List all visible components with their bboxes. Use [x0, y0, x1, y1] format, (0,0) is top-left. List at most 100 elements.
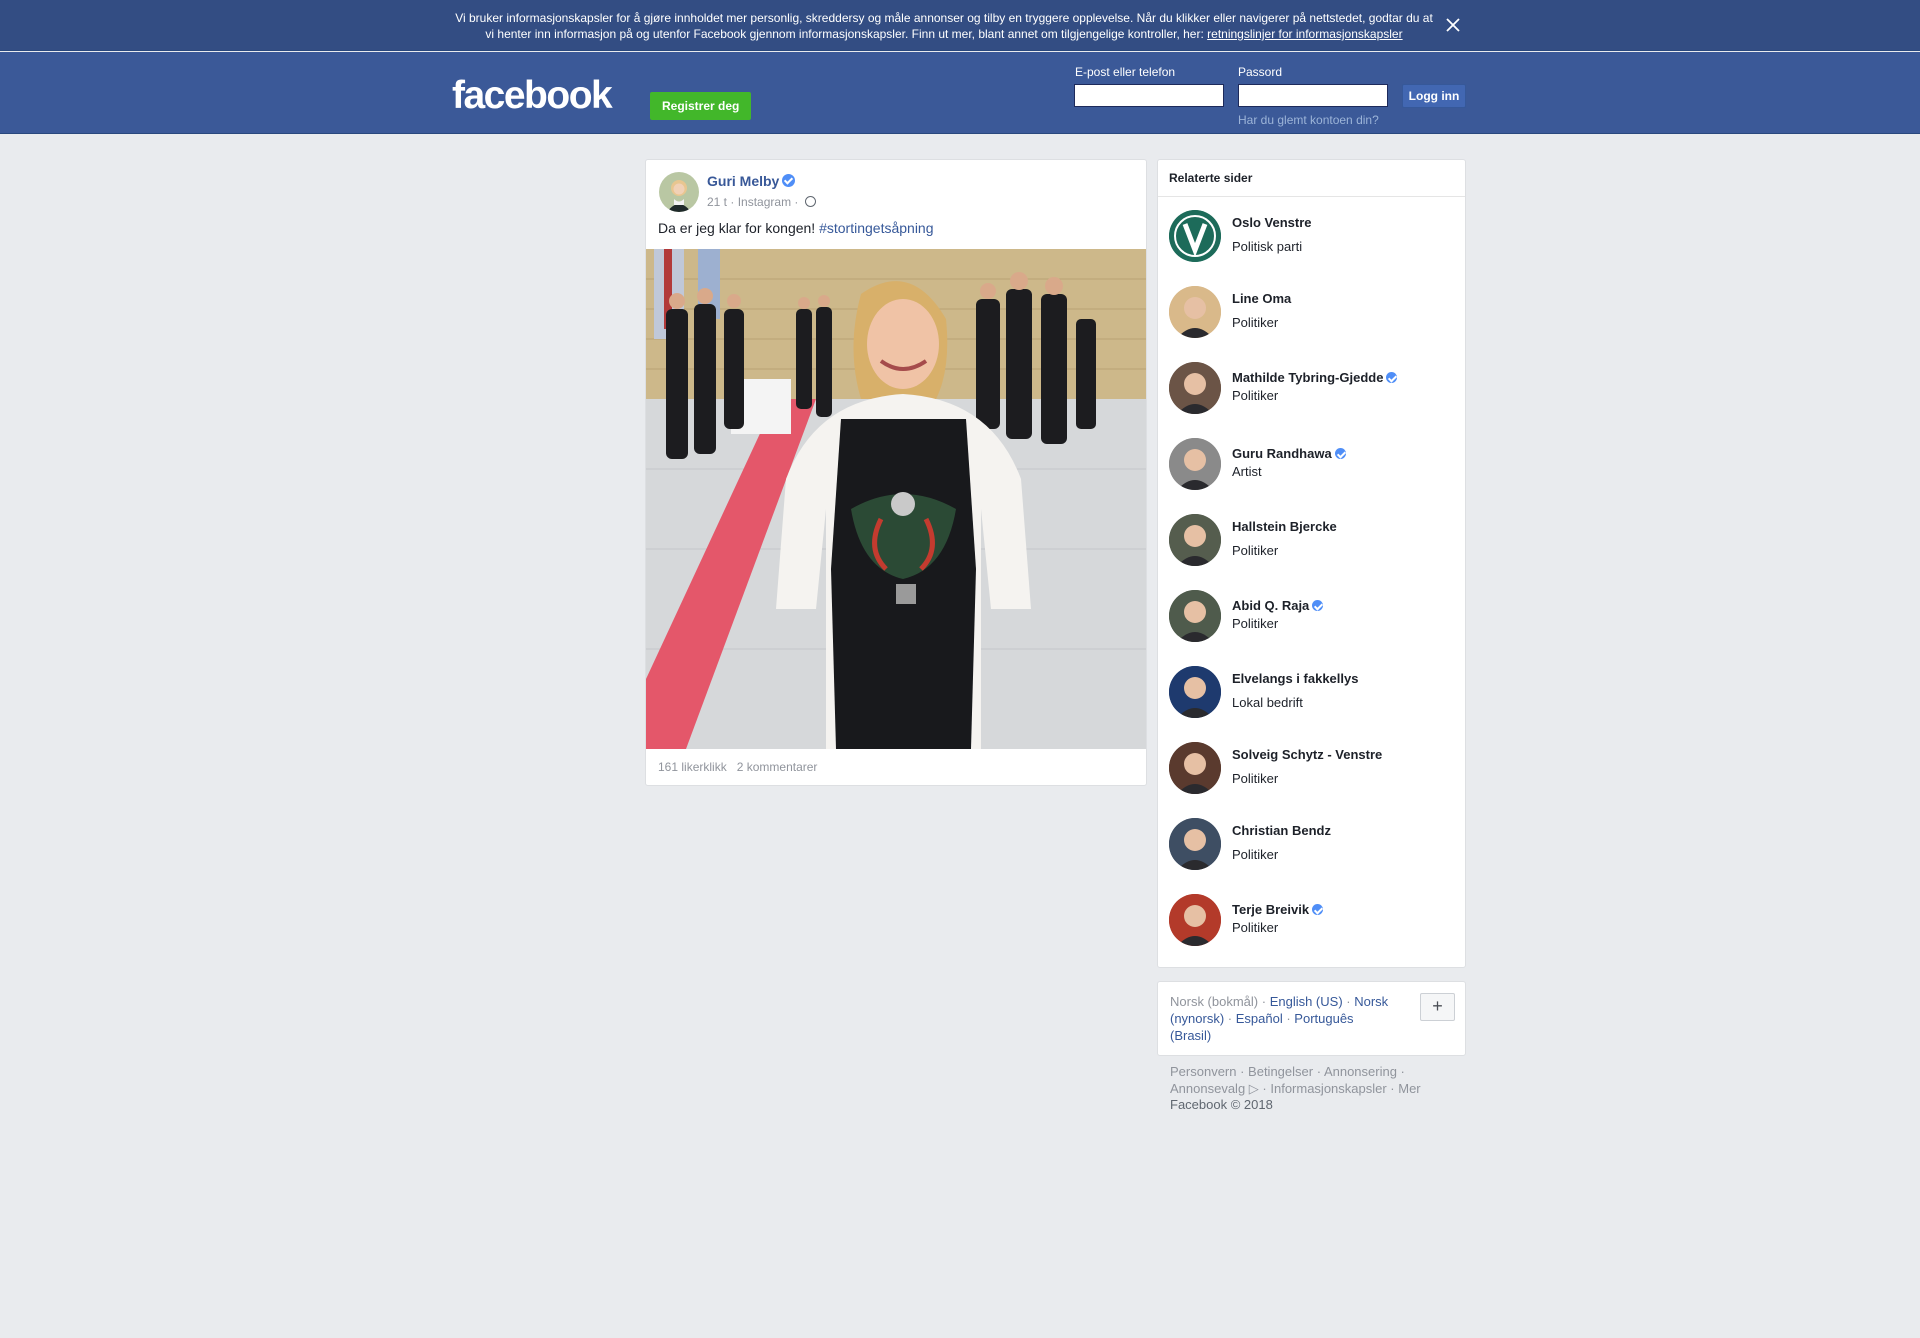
- footer-link[interactable]: Betingelser: [1248, 1064, 1313, 1079]
- close-icon[interactable]: [1444, 16, 1462, 34]
- related-pages-title: Relaterte sider: [1169, 171, 1253, 185]
- verified-badge-icon: [1386, 372, 1398, 383]
- language-list: Norsk (bokmål) · English (US) · Norsk (n…: [1170, 994, 1389, 1043]
- post-author-label[interactable]: Guri Melby: [707, 173, 779, 189]
- related-page-name-text[interactable]: Christian Bendz: [1232, 823, 1331, 838]
- adchoices-icon: ▷: [1248, 1081, 1259, 1096]
- globe-icon: [804, 196, 816, 207]
- related-page-item[interactable]: Mathilde Tybring-Gjedde Politiker: [1158, 350, 1465, 426]
- post-photo[interactable]: [646, 249, 1146, 749]
- related-page-item[interactable]: Abid Q. Raja Politiker: [1158, 578, 1465, 654]
- related-page-category: Politiker: [1232, 847, 1279, 862]
- more-languages-button[interactable]: +: [1420, 993, 1455, 1021]
- language-selector: Norsk (bokmål) · English (US) · Norsk (n…: [1157, 981, 1466, 1056]
- related-page-category: Politisk parti: [1232, 239, 1303, 254]
- related-page-item[interactable]: Line Oma Politiker: [1158, 274, 1465, 350]
- related-page-category: Artist: [1232, 464, 1262, 479]
- related-pages-header: Relaterte sider: [1158, 160, 1465, 197]
- related-page-category: Lokal bedrift: [1232, 695, 1303, 710]
- verified-badge-icon: [1312, 600, 1324, 611]
- meta-separator: ·: [730, 195, 735, 209]
- related-page-name-text[interactable]: Solveig Schytz - Venstre: [1232, 747, 1382, 762]
- post-stats: 161 likerklikk 2 kommentarer: [658, 760, 817, 774]
- related-page-name[interactable]: Guru Randhawa: [1232, 446, 1346, 461]
- related-page-name-text[interactable]: Oslo Venstre: [1232, 215, 1311, 230]
- post-body: Da er jeg klar for kongen!: [658, 220, 820, 236]
- related-page-avatar[interactable]: [1169, 438, 1221, 490]
- related-page-avatar[interactable]: [1169, 362, 1221, 414]
- language-option[interactable]: Español: [1236, 1011, 1283, 1026]
- related-page-category: Politiker: [1232, 388, 1279, 403]
- related-page-name-text[interactable]: Hallstein Bjercke: [1232, 519, 1337, 534]
- email-field[interactable]: [1074, 84, 1224, 107]
- related-page-name[interactable]: Oslo Venstre: [1232, 215, 1311, 230]
- related-page-name[interactable]: Hallstein Bjercke: [1232, 519, 1337, 534]
- forgot-account-link[interactable]: Har du glemt kontoen din?: [1238, 113, 1379, 127]
- related-page-category: Politiker: [1232, 543, 1279, 558]
- related-page-item[interactable]: Terje Breivik Politiker: [1158, 882, 1465, 958]
- footer-link[interactable]: Annonsevalg: [1170, 1081, 1245, 1096]
- cookie-text: Vi bruker informasjonskapsler for å gjør…: [452, 10, 1436, 42]
- related-page-name-text[interactable]: Mathilde Tybring-Gjedde: [1232, 370, 1383, 385]
- related-page-name[interactable]: Line Oma: [1232, 291, 1291, 306]
- related-page-name[interactable]: Christian Bendz: [1232, 823, 1331, 838]
- related-page-avatar[interactable]: [1169, 210, 1221, 262]
- copyright: Facebook © 2018: [1170, 1097, 1273, 1112]
- language-option[interactable]: English (US): [1270, 994, 1343, 1009]
- post-meta: 21 t · Instagram ·: [707, 195, 816, 209]
- post-author-avatar[interactable]: [659, 172, 699, 212]
- related-page-item[interactable]: Guru Randhawa Artist: [1158, 426, 1465, 502]
- post-source: Instagram: [737, 195, 792, 209]
- facebook-logo[interactable]: facebook: [452, 74, 613, 118]
- related-pages: Relaterte sider Oslo Venstre Politisk par…: [1157, 159, 1466, 968]
- related-page-avatar[interactable]: [1169, 590, 1221, 642]
- related-page-category: Politiker: [1232, 616, 1279, 631]
- related-page-avatar[interactable]: [1169, 894, 1221, 946]
- related-page-name[interactable]: Abid Q. Raja: [1232, 598, 1324, 613]
- footer-link[interactable]: Personvern: [1170, 1064, 1236, 1079]
- cookie-banner: Vi bruker informasjonskapsler for å gjør…: [0, 0, 1920, 51]
- login-button[interactable]: Logg inn: [1402, 84, 1466, 108]
- related-page-name-text[interactable]: Line Oma: [1232, 291, 1291, 306]
- related-page-name-text[interactable]: Terje Breivik: [1232, 902, 1309, 917]
- post-author-name[interactable]: Guri Melby: [707, 173, 796, 189]
- related-page-item[interactable]: Oslo Venstre Politisk parti: [1158, 198, 1465, 274]
- password-label: Passord: [1238, 65, 1283, 79]
- register-button[interactable]: Registrer deg: [650, 92, 752, 120]
- related-page-avatar[interactable]: [1169, 818, 1221, 870]
- verified-badge-icon: [1312, 904, 1324, 915]
- related-page-name[interactable]: Terje Breivik: [1232, 902, 1324, 917]
- related-page-category: Politiker: [1232, 771, 1279, 786]
- related-page-avatar[interactable]: [1169, 286, 1221, 338]
- related-page-avatar[interactable]: [1169, 666, 1221, 718]
- meta-separator-2: ·: [794, 195, 799, 209]
- likes-count[interactable]: 161 likerklikk: [658, 760, 727, 774]
- post-card: Guri Melby 21 t · Instagram · Da er jeg …: [645, 159, 1147, 786]
- related-page-item[interactable]: Christian Bendz Politiker: [1158, 806, 1465, 882]
- footer-link[interactable]: Informasjonskapsler: [1270, 1081, 1386, 1096]
- related-page-name[interactable]: Mathilde Tybring-Gjedde: [1232, 370, 1398, 385]
- related-page-category: Politiker: [1232, 920, 1279, 935]
- email-label: E-post eller telefon: [1075, 65, 1176, 79]
- related-page-item[interactable]: Elvelangs i fakkellys Lokal bedrift: [1158, 654, 1465, 730]
- related-page-name-text[interactable]: Abid Q. Raja: [1232, 598, 1309, 613]
- related-page-item[interactable]: Hallstein Bjercke Politiker: [1158, 502, 1465, 578]
- hashtag-link[interactable]: #stortingetsåpning: [819, 220, 933, 236]
- related-page-name[interactable]: Solveig Schytz - Venstre: [1232, 747, 1382, 762]
- verified-badge-icon: [782, 174, 796, 187]
- related-page-name-text[interactable]: Elvelangs i fakkellys: [1232, 671, 1358, 686]
- related-page-name-text[interactable]: Guru Randhawa: [1232, 446, 1332, 461]
- related-page-name[interactable]: Elvelangs i fakkellys: [1232, 671, 1358, 686]
- related-page-avatar[interactable]: [1169, 514, 1221, 566]
- footer-link[interactable]: Annonsering: [1324, 1064, 1397, 1079]
- related-page-avatar[interactable]: [1169, 742, 1221, 794]
- verified-badge-icon: [1334, 448, 1346, 459]
- password-field[interactable]: [1238, 84, 1388, 107]
- comments-count[interactable]: 2 kommentarer: [737, 760, 818, 774]
- footer-links: Personvern · Betingelser · Annonsering ·…: [1170, 1064, 1421, 1096]
- footer-link[interactable]: Mer: [1398, 1081, 1420, 1096]
- post-text: Da er jeg klar for kongen! #stortingetså…: [658, 220, 934, 236]
- related-page-item[interactable]: Solveig Schytz - Venstre Politiker: [1158, 730, 1465, 806]
- post-time[interactable]: 21 t: [707, 195, 727, 209]
- cookie-policy-link[interactable]: retningslinjer for informasjonskapsler: [1207, 27, 1402, 41]
